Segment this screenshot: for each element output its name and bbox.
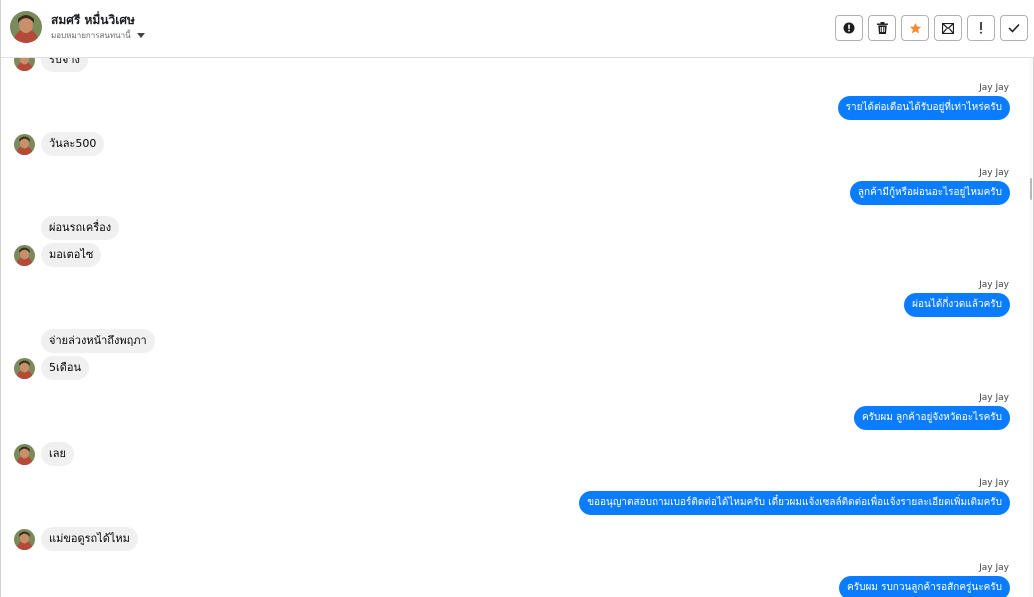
sender-name: Jay Jay <box>979 83 1009 93</box>
trash-icon <box>876 22 888 34</box>
contact-name[interactable]: สมศรี หมื่นวิเศษ <box>51 11 135 30</box>
sender-avatar[interactable] <box>14 134 35 155</box>
outgoing-message[interactable]: ผ่อนได้กี่งวดแล้วครับ <box>904 293 1010 317</box>
star-button[interactable] <box>901 15 929 41</box>
star-icon <box>909 22 921 33</box>
sender-avatar[interactable] <box>14 358 35 379</box>
alert-circle-icon <box>843 22 855 34</box>
sender-avatar[interactable] <box>14 58 35 71</box>
incoming-message[interactable]: จ่ายล่วงหน้าถึงพฤภา <box>41 329 155 353</box>
assign-label: มอบหมายการสนทนานี้ <box>51 31 131 40</box>
sender-name: Jay Jay <box>979 563 1009 573</box>
mark-spam-button[interactable] <box>835 15 863 41</box>
mark-done-button[interactable] <box>1000 15 1028 41</box>
delete-button[interactable] <box>868 15 896 41</box>
conversation-actions <box>835 15 1028 41</box>
check-icon <box>1008 23 1020 33</box>
conversation-header: สมศรี หมื่นวิเศษ มอบหมายการสนทนานี้ <box>1 0 1034 58</box>
incoming-message[interactable]: แม่ขอดูรถได้ไหม <box>41 527 138 551</box>
incoming-message[interactable]: เลย <box>41 442 74 466</box>
sender-name: Jay Jay <box>979 280 1009 290</box>
incoming-message[interactable]: วันละ500 <box>41 132 105 156</box>
follow-up-button[interactable] <box>967 15 995 41</box>
incoming-message[interactable]: ผ่อนรถเครื่อง <box>41 216 120 240</box>
outgoing-message[interactable]: ขออนุญาตสอบถามเบอร์ติดต่อได้ไหมครับ เดี๋… <box>579 491 1010 515</box>
scrollbar-thumb[interactable] <box>1030 178 1032 200</box>
assign-conversation-dropdown[interactable]: มอบหมายการสนทนานี้ <box>51 29 145 42</box>
incoming-message[interactable]: รับจ้าง <box>41 58 88 72</box>
mail-icon <box>942 22 954 34</box>
sender-avatar[interactable] <box>14 245 35 266</box>
outgoing-message[interactable]: ลูกค้ามีกู้หรือผ่อนอะไรอยู่ไหมครับ <box>849 181 1010 205</box>
sender-name: Jay Jay <box>979 478 1009 488</box>
sender-avatar[interactable] <box>14 444 35 465</box>
contact-avatar[interactable] <box>10 11 42 43</box>
outgoing-message[interactable]: ครับผม รบกวนลูกค้ารอสักครู่นะครับ <box>839 576 1010 597</box>
scrollbar[interactable] <box>1029 58 1033 597</box>
caret-down-icon <box>136 33 145 38</box>
incoming-message[interactable]: 5เดือน <box>41 356 90 380</box>
chat-window: สมศรี หมื่นวิเศษ มอบหมายการสนทนานี้ รับจ… <box>0 0 1034 597</box>
sender-avatar[interactable] <box>14 529 35 550</box>
exclamation-icon <box>980 22 982 34</box>
sender-name: Jay Jay <box>979 168 1009 178</box>
outgoing-message[interactable]: ครับผม ลูกค้าอยู่จังหวัดอะไรครับ <box>853 406 1010 430</box>
sender-name: Jay Jay <box>979 393 1009 403</box>
mark-unread-button[interactable] <box>934 15 962 41</box>
message-thread[interactable]: รับจ้าง Jay Jay รายได้ต่อเดือนได้รับอยู่ที… <box>1 58 1031 597</box>
incoming-message[interactable]: มอเตอไซ <box>41 243 102 267</box>
outgoing-message[interactable]: รายได้ต่อเดือนได้รับอยู่ที่เท่าไหร่ครับ <box>837 96 1010 120</box>
